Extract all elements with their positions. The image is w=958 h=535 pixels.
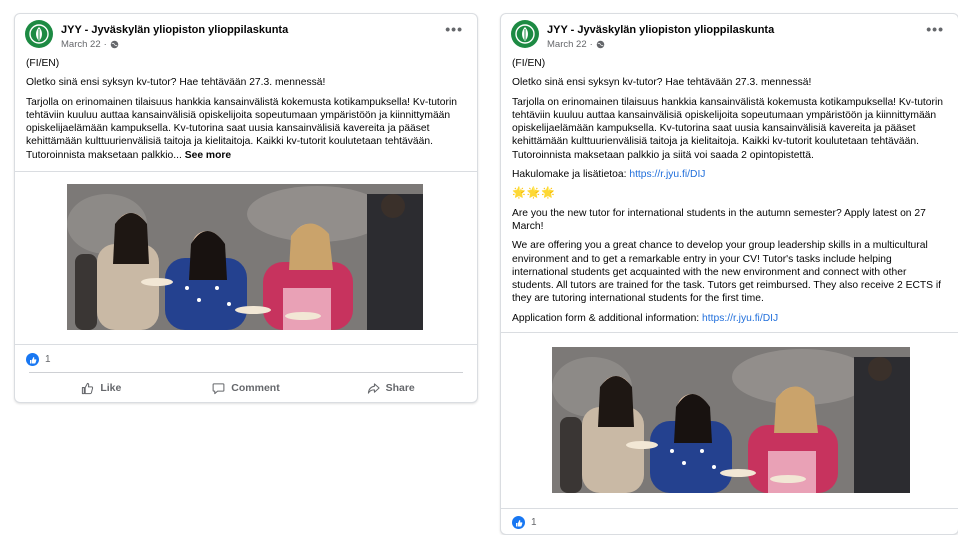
post-headline: Oletko sinä ensi syksyn kv-tutor? Hae te…	[512, 77, 812, 89]
see-more-link[interactable]: See more	[185, 150, 231, 161]
post-meta: March 22 ·	[61, 39, 119, 50]
reaction-summary[interactable]: 1	[512, 516, 537, 529]
post-date[interactable]: March 22	[61, 39, 101, 50]
divider	[15, 344, 477, 345]
page-name-link[interactable]: JYY - Jyväskylän yliopiston ylioppilasku…	[547, 24, 774, 36]
post-header: JYY - Jyväskylän yliopiston ylioppilasku…	[15, 14, 477, 54]
students-photo-illustration	[67, 184, 423, 330]
page-name-link[interactable]: JYY - Jyväskylän yliopiston ylioppilasku…	[61, 24, 288, 36]
share-label: Share	[385, 382, 415, 394]
more-options-icon[interactable]: •••	[926, 22, 944, 36]
post-text: (FI/EN) Oletko sinä ensi syksyn kv-tutor…	[512, 57, 946, 331]
comment-label: Comment	[231, 382, 280, 394]
post-actions-bar: Like Comment Share	[29, 372, 463, 402]
apply-en-label: Application form & additional informatio…	[512, 312, 700, 324]
jyy-logo-icon[interactable]	[511, 20, 539, 48]
divider	[15, 171, 477, 172]
more-options-icon[interactable]: •••	[445, 22, 463, 36]
star-emojis: 🌟🌟🌟	[512, 187, 557, 200]
post-text: (FI/EN) Oletko sinä ensi syksyn kv-tutor…	[26, 57, 465, 168]
apply-fi-label: Hakulomake ja lisätietoa:	[512, 169, 627, 181]
globe-icon	[596, 40, 605, 49]
jyy-logo-icon[interactable]	[25, 20, 53, 48]
post-headline: Oletko sinä ensi syksyn kv-tutor? Hae te…	[26, 77, 326, 89]
lang-tag: (FI/EN)	[26, 58, 60, 69]
post-photo[interactable]	[67, 184, 423, 330]
reaction-count: 1	[45, 354, 51, 365]
thumbs-up-icon	[82, 382, 94, 394]
share-button[interactable]: Share	[318, 373, 463, 402]
globe-icon	[110, 40, 119, 49]
post-card-expanded: JYY - Jyväskylän yliopiston ylioppilasku…	[500, 13, 958, 535]
apply-en-link[interactable]: https://r.jyu.fi/DIJ	[702, 313, 778, 324]
apply-fi-line: Hakulomake ja lisätietoa: https://r.jyu.…	[512, 168, 946, 181]
like-label: Like	[100, 382, 122, 394]
divider	[501, 508, 958, 509]
apply-en-line: Application form & additional informatio…	[512, 312, 946, 325]
post-card-collapsed: JYY - Jyväskylän yliopiston ylioppilasku…	[14, 13, 478, 403]
post-header: JYY - Jyväskylän yliopiston ylioppilasku…	[501, 14, 958, 54]
students-photo-illustration	[552, 347, 910, 493]
reaction-count: 1	[531, 517, 537, 528]
apply-fi-link[interactable]: https://r.jyu.fi/DIJ	[629, 169, 705, 180]
en-body: We are offering you a great chance to de…	[512, 240, 942, 305]
post-body: Tarjolla on erinomainen tilaisuus hankki…	[26, 96, 457, 161]
post-date[interactable]: March 22	[547, 39, 587, 50]
post-meta: March 22 ·	[547, 39, 605, 50]
post-body: Tarjolla on erinomainen tilaisuus hankki…	[512, 96, 943, 161]
like-reaction-icon	[26, 353, 39, 366]
post-photo[interactable]	[552, 347, 910, 493]
comment-button[interactable]: Comment	[174, 373, 319, 402]
en-headline: Are you the new tutor for international …	[512, 207, 926, 232]
lang-tag: (FI/EN)	[512, 58, 546, 69]
share-icon	[367, 382, 380, 394]
like-reaction-icon	[512, 516, 525, 529]
comment-icon	[212, 382, 225, 394]
reaction-summary[interactable]: 1	[26, 353, 51, 366]
like-button[interactable]: Like	[29, 373, 174, 402]
divider	[501, 332, 958, 333]
